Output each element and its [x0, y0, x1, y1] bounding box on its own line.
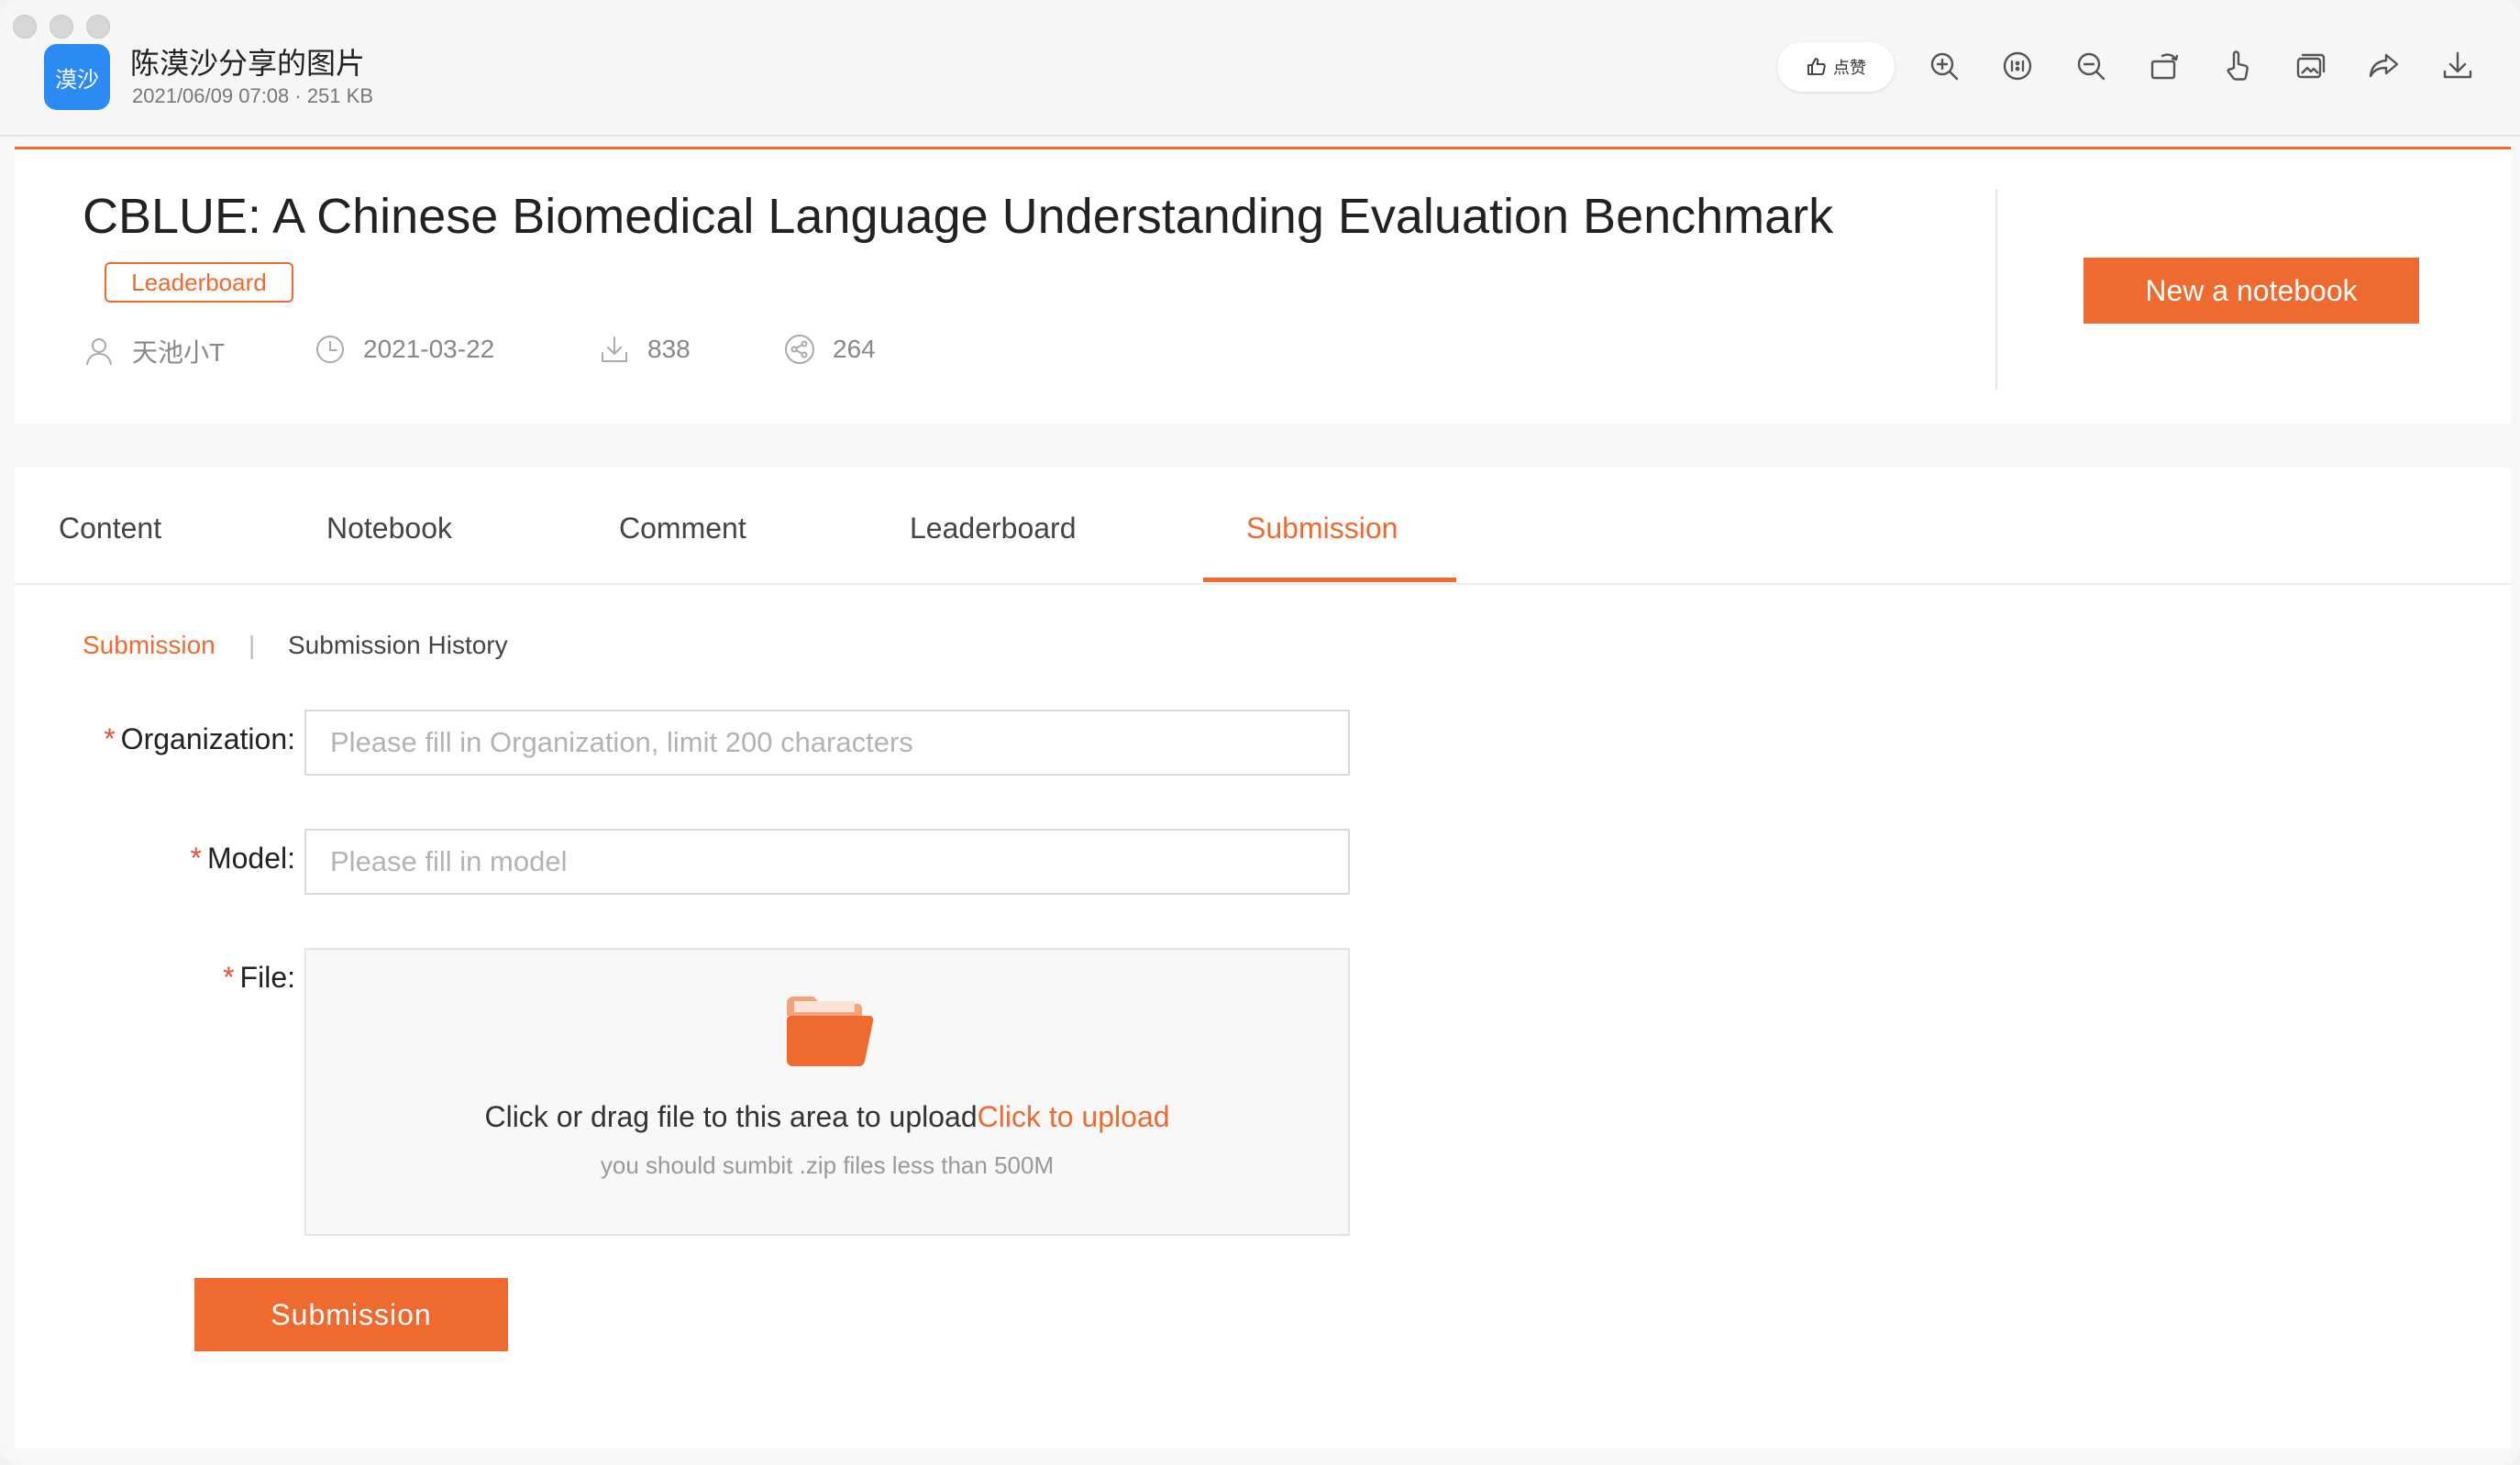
click-to-upload-link[interactable]: Click to upload: [978, 1100, 1170, 1133]
thumbs-up-icon: [1807, 58, 1826, 75]
tab-content[interactable]: Content: [59, 512, 161, 545]
zoom-out-icon[interactable]: [2072, 48, 2109, 84]
header-divider: [1995, 190, 1997, 390]
share-count-icon: [785, 335, 814, 364]
close-window-button[interactable]: [13, 15, 37, 39]
required-mark: *: [190, 842, 202, 875]
date-meta: 2021-03-22: [314, 333, 494, 366]
shares-meta: 264: [783, 333, 876, 366]
zoom-in-icon[interactable]: [1926, 48, 1962, 84]
download-icon[interactable]: [2439, 48, 2476, 84]
rotate-icon[interactable]: [2146, 48, 2183, 84]
dropzone-text: Click or drag file to this area to uploa…: [306, 1100, 1348, 1134]
page-title: CBLUE: A Chinese Biomedical Language Und…: [83, 189, 1834, 244]
subnav-submission[interactable]: Submission: [83, 631, 216, 660]
minimize-window-button[interactable]: [50, 15, 73, 39]
hand-icon[interactable]: [2219, 48, 2256, 84]
tab-comment[interactable]: Comment: [619, 512, 746, 545]
dropzone-hint: you should sumbit .zip files less than 5…: [600, 1151, 1055, 1179]
download-count: 838: [647, 335, 691, 363]
dropzone-instructions: Click or drag file to this area to uploa…: [484, 1100, 978, 1133]
author-meta: 天池小T: [83, 333, 225, 369]
organization-label: * Organization:: [104, 722, 295, 755]
active-tab-indicator: [1203, 578, 1456, 582]
folder-icon: [787, 997, 874, 1066]
organization-input[interactable]: [304, 710, 1350, 776]
title-bar: 漠沙 陈漠沙分享的图片 2021/06/09 07:08 · 251 KB 点赞: [0, 0, 2520, 137]
file-label: * File:: [223, 961, 295, 994]
like-button[interactable]: 点赞: [1777, 42, 1895, 92]
tab-leaderboard[interactable]: Leaderboard: [910, 512, 1076, 545]
downloads-meta: 838: [598, 333, 691, 366]
file-dropzone[interactable]: Click or drag file to this area to uploa…: [304, 948, 1350, 1236]
dataset-header: CBLUE: A Chinese Biomedical Language Und…: [15, 149, 2511, 424]
actual-size-icon[interactable]: [1999, 48, 2036, 84]
leaderboard-tag[interactable]: Leaderboard: [105, 262, 293, 303]
subnav-submission-history[interactable]: Submission History: [288, 631, 508, 660]
main-panel: Content Notebook Comment Leaderboard Sub…: [15, 468, 2511, 1448]
download-count-icon: [602, 336, 627, 362]
viewer-window: 漠沙 陈漠沙分享的图片 2021/06/09 07:08 · 251 KB 点赞: [0, 0, 2520, 1465]
share-count: 264: [833, 335, 876, 363]
publish-date: 2021-03-22: [363, 335, 495, 363]
gallery-icon[interactable]: [2293, 48, 2329, 84]
share-meta: 2021/06/09 07:08 · 251 KB: [132, 84, 373, 107]
required-mark: *: [104, 722, 116, 755]
tab-notebook[interactable]: Notebook: [326, 512, 452, 545]
tab-submission[interactable]: Submission: [1246, 512, 1398, 545]
zoom-window-button[interactable]: [86, 15, 110, 39]
app-icon: 漠沙: [44, 44, 110, 110]
share-icon[interactable]: [2366, 48, 2403, 84]
model-input[interactable]: [304, 829, 1350, 895]
model-label: * Model:: [190, 842, 296, 875]
tab-bar: Content Notebook Comment Leaderboard Sub…: [15, 468, 2511, 585]
like-label: 点赞: [1833, 59, 1866, 78]
subnav-separator: |: [249, 631, 256, 659]
author-name[interactable]: 天池小T: [132, 333, 225, 369]
share-title: 陈漠沙分享的图片: [130, 46, 366, 81]
clock-icon: [316, 336, 344, 363]
new-notebook-button[interactable]: New a notebook: [2083, 258, 2419, 324]
user-icon: [86, 338, 112, 366]
required-mark: *: [223, 961, 235, 994]
submit-button[interactable]: Submission: [194, 1278, 508, 1351]
